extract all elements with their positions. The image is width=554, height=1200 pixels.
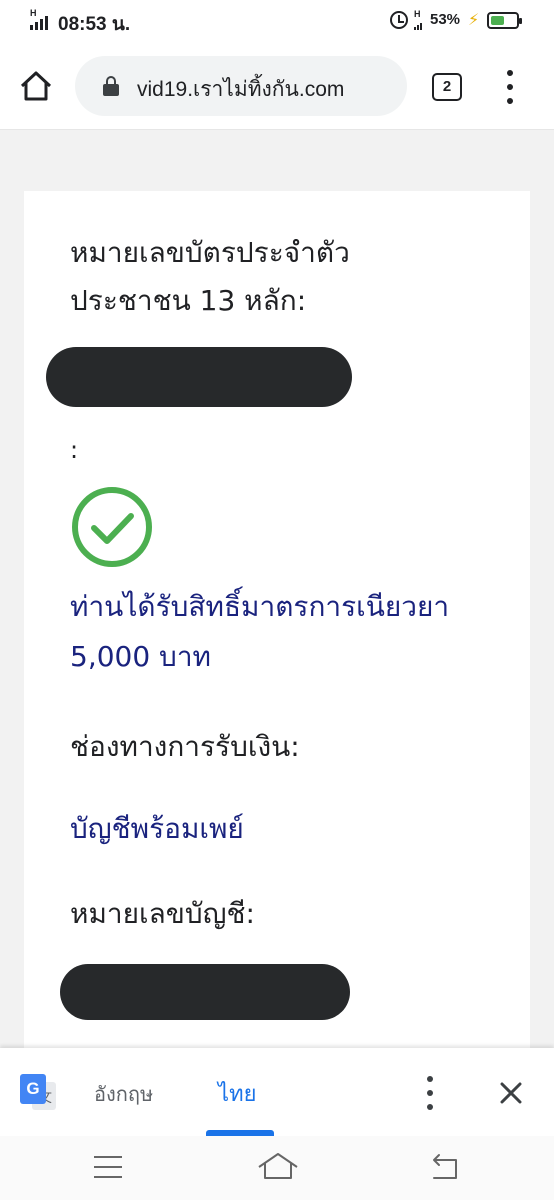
system-nav-bar (0, 1136, 554, 1200)
more-vert-icon[interactable] (418, 1076, 442, 1110)
check-circle-icon (72, 487, 152, 567)
battery-icon (487, 12, 522, 29)
eligibility-result: ท่านได้รับสิทธิ์มาตรการเนียวยา 5,000 บาท (70, 582, 449, 682)
id-label-line-2: ประชาชน 13 หลัก: (70, 284, 307, 317)
status-bar: H 08:53 น. H 53% ⚡ (0, 0, 554, 42)
signal-icon (414, 20, 424, 30)
colon-text: : (70, 436, 79, 464)
result-amount: 5,000 บาท (70, 640, 212, 673)
redacted-id-number (46, 347, 352, 407)
translate-bar: 文 G อังกฤษ ไทย (0, 1048, 554, 1136)
address-bar[interactable]: vid19.เราไม่ทิ้งกัน.com (75, 56, 407, 116)
result-line-1: ท่านได้รับสิทธิ์มาตรการเนียวยา (70, 590, 450, 623)
result-card: หมายเลขบัตรประจำตัว ประชาชน 13 หลัก: : ท… (24, 191, 530, 1048)
network-type-label: H (30, 8, 37, 18)
charging-icon: ⚡ (468, 10, 480, 29)
back-icon[interactable] (428, 1152, 462, 1182)
language-option-source[interactable]: อังกฤษ (94, 1078, 153, 1110)
tab-switcher-button[interactable]: 2 (432, 73, 462, 101)
page-content: หมายเลขบัตรประจำตัว ประชาชน 13 หลัก: : ท… (0, 131, 554, 1048)
url-text[interactable]: vid19.เราไม่ทิ้งกัน.com (137, 73, 344, 106)
clock: 08:53 น. (58, 14, 131, 35)
browser-toolbar: vid19.เราไม่ทิ้งกัน.com 2 (0, 42, 554, 130)
id-label: หมายเลขบัตรประจำตัว ประชาชน 13 หลัก: (70, 229, 350, 325)
network-type-label-2: H (414, 9, 421, 19)
channel-value: บัญชีพร้อมเพย์ (70, 812, 244, 845)
battery-percent: 53% (430, 11, 461, 28)
tab-count: 2 (442, 78, 452, 95)
language-option-target[interactable]: ไทย (218, 1076, 256, 1111)
recent-apps-icon[interactable] (94, 1156, 122, 1180)
alarm-icon (390, 11, 408, 29)
home-button[interactable] (16, 66, 56, 106)
lock-icon (103, 76, 119, 96)
google-translate-icon[interactable]: 文 G (20, 1074, 56, 1110)
home-icon (20, 71, 52, 101)
home-icon[interactable] (256, 1150, 300, 1182)
account-label: หมายเลขบัญชี: (70, 897, 255, 930)
signal-icon: H (30, 8, 52, 30)
redacted-account-number (60, 964, 350, 1020)
id-label-line-1: หมายเลขบัตรประจำตัว (70, 236, 350, 269)
channel-label: ช่องทางการรับเงิน: (70, 730, 300, 763)
close-icon[interactable] (494, 1076, 528, 1110)
more-vert-icon[interactable] (496, 70, 524, 104)
